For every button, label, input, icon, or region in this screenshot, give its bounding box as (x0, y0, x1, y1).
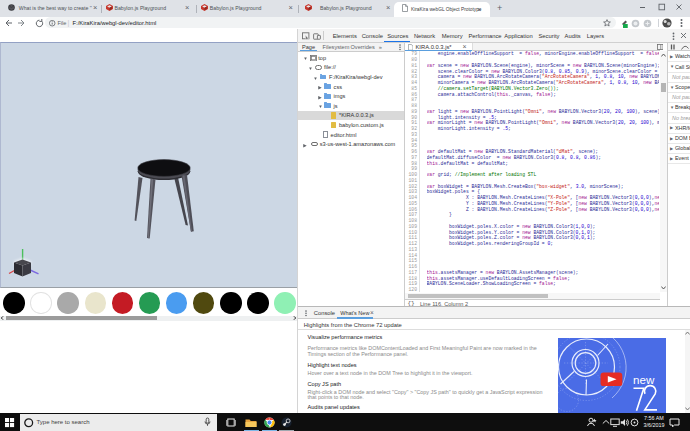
svg-text:new: new (633, 373, 655, 386)
